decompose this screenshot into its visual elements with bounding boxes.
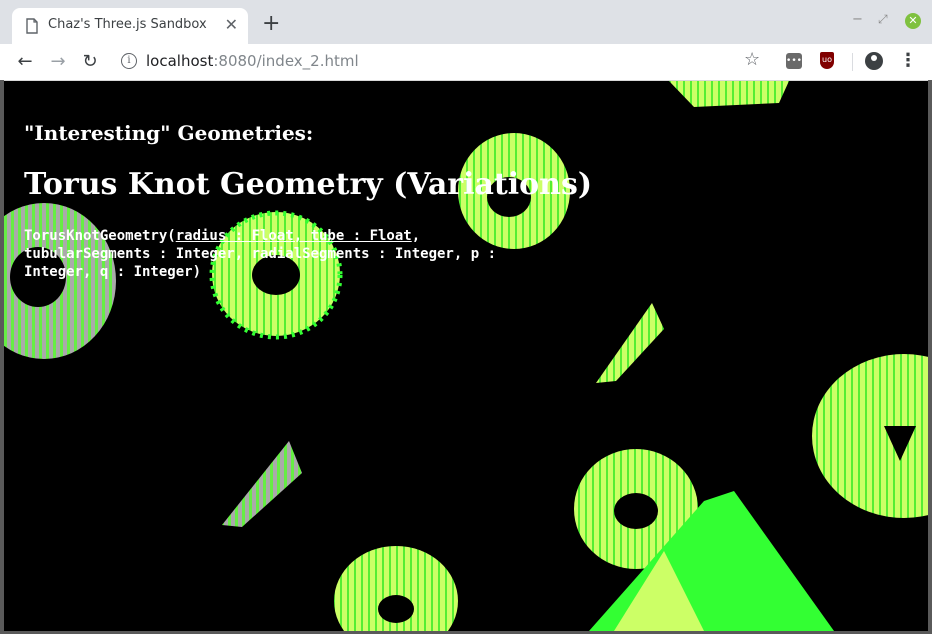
title-bar: Chaz's Three.js Sandbox ✕ + − ⤢ ✕	[0, 0, 932, 44]
star-icon[interactable]: ☆	[744, 49, 760, 70]
close-icon[interactable]: ✕	[225, 16, 238, 34]
signature-function: TorusKnotGeometry(	[24, 228, 176, 244]
mesh-top	[669, 81, 789, 107]
url-path: :8080/index_2.html	[213, 52, 359, 70]
mesh-shard-mid	[596, 303, 664, 383]
mesh-ring-bottom	[334, 546, 458, 631]
page-title: Torus Knot Geometry (Variations)	[24, 167, 593, 202]
window-close-icon[interactable]: ✕	[905, 13, 921, 29]
window-frame-left	[0, 80, 4, 634]
kebab-menu-icon[interactable]: ⋮	[899, 50, 917, 72]
arrow-right-icon[interactable]: →	[46, 50, 70, 74]
minimize-icon[interactable]: −	[852, 12, 863, 27]
window-frame-right	[928, 80, 932, 634]
scene-graphics	[4, 81, 928, 631]
arrow-left-icon[interactable]: ←	[13, 50, 37, 74]
webgl-canvas[interactable]: "Interesting" Geometries: Torus Knot Geo…	[4, 81, 928, 631]
restore-icon[interactable]: ⤢	[878, 12, 888, 27]
browser-toolbar: ← → ↻ i localhost:8080/index_2.html ☆ ••…	[0, 44, 932, 81]
browser-tab[interactable]: Chaz's Three.js Sandbox ✕	[12, 8, 248, 44]
page-icon	[26, 18, 38, 34]
toolbar-divider	[852, 53, 853, 71]
mesh-ring-right	[812, 354, 928, 518]
address-bar[interactable]: localhost:8080/index_2.html	[146, 52, 359, 70]
account-icon[interactable]	[865, 52, 883, 70]
signature-params: radius : Float, tube : Float	[175, 228, 412, 244]
extension-icon[interactable]: •••	[786, 53, 802, 69]
mesh-shard-lower-left	[222, 441, 302, 527]
tab-title: Chaz's Three.js Sandbox	[48, 17, 207, 32]
reload-icon[interactable]: ↻	[78, 50, 102, 74]
info-icon[interactable]: i	[121, 53, 137, 69]
ublock-icon[interactable]: uo	[820, 52, 834, 69]
url-host: localhost	[146, 52, 214, 70]
function-signature: TorusKnotGeometry(radius : Float, tube :…	[24, 227, 534, 281]
section-subheading: "Interesting" Geometries:	[24, 121, 314, 145]
plus-icon[interactable]: +	[262, 12, 280, 36]
